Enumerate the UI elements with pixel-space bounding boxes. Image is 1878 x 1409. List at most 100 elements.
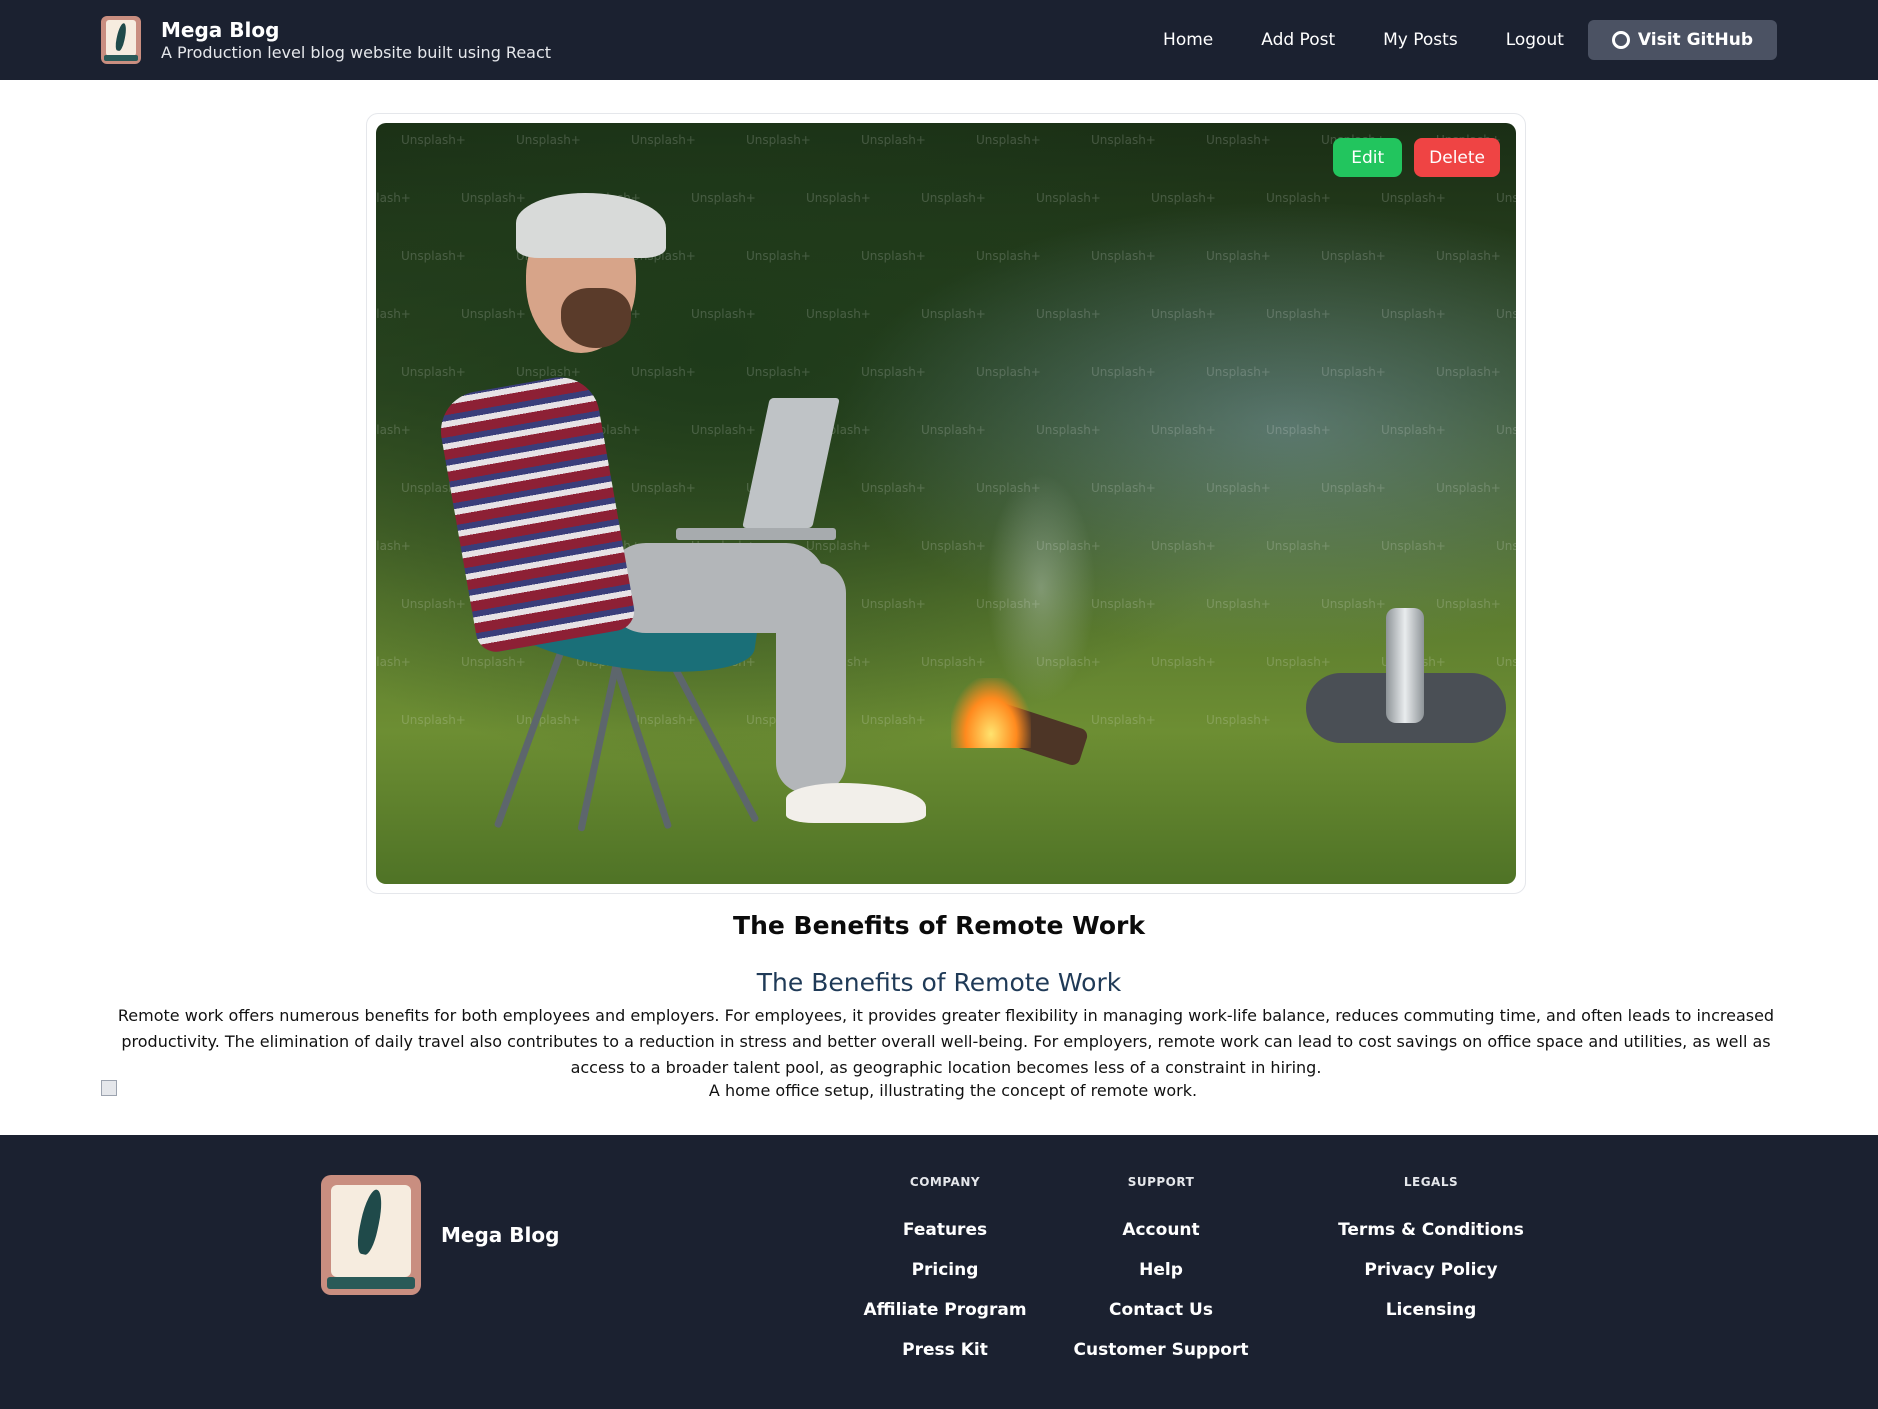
brand-subtitle: A Production level blog website built us… (161, 43, 552, 62)
footer-link-help[interactable]: Help (1061, 1259, 1261, 1299)
watermark-text: Unsplash+ (1496, 423, 1516, 437)
watermark-text: Unsplash+ (1436, 249, 1501, 263)
github-icon (1611, 31, 1630, 49)
watermark-text: Unsplash+ (1436, 597, 1501, 611)
watermark-text: Unsplash+ (861, 713, 926, 727)
watermark-text: Unsplash+ (921, 191, 986, 205)
footer-link-pricing[interactable]: Pricing (845, 1259, 1045, 1299)
watermark-text: Unsplash+ (976, 249, 1041, 263)
watermark-text: Unsplash+ (861, 249, 926, 263)
footer-link-licensing[interactable]: Licensing (1321, 1299, 1541, 1339)
watermark-text: Unsplash+ (631, 365, 696, 379)
watermark-text: Unsplash+ (376, 191, 411, 205)
footer-link-account[interactable]: Account (1061, 1219, 1261, 1259)
footer-col-legals: LEGALS Terms & Conditions Privacy Policy… (1321, 1175, 1541, 1339)
watermark-text: Unsplash+ (1151, 423, 1216, 437)
watermark-text: Unsplash+ (976, 133, 1041, 147)
watermark-text: Unsplash+ (631, 713, 696, 727)
footer-logo-icon[interactable] (321, 1175, 421, 1295)
watermark-text: Unsplash+ (1206, 249, 1271, 263)
watermark-text: Unsplash+ (1436, 481, 1501, 495)
watermark-text: Unsplash+ (1151, 307, 1216, 321)
visit-github-button[interactable]: Visit GitHub (1587, 20, 1777, 60)
watermark-text: Unsplash+ (516, 713, 581, 727)
watermark-text: Unsplash+ (1036, 423, 1101, 437)
watermark-text: Unsplash+ (806, 191, 871, 205)
watermark-text: Unsplash+ (1321, 597, 1386, 611)
watermark-text: Unsplash+ (806, 539, 871, 553)
watermark-text: Unsplash+ (1321, 365, 1386, 379)
watermark-text: Unsplash+ (1151, 539, 1216, 553)
watermark-text: Unsplash+ (1091, 481, 1156, 495)
watermark-text: Unsplash+ (1496, 307, 1516, 321)
footer-col-title: LEGALS (1403, 1175, 1459, 1189)
footer-col-company: COMPANY Features Pricing Affiliate Progr… (845, 1175, 1045, 1379)
image-caption: A home office setup, illustrating the co… (708, 1081, 1198, 1100)
footer-col-title: COMPANY (909, 1175, 981, 1189)
blog-logo-icon[interactable] (101, 16, 141, 64)
footer-link-press-kit[interactable]: Press Kit (845, 1339, 1045, 1379)
footer-col-support: SUPPORT Account Help Contact Us Customer… (1061, 1175, 1261, 1379)
site-footer: Mega Blog COMPANY Features Pricing Affil… (0, 1135, 1878, 1409)
watermark-text: Unsplash+ (1206, 713, 1271, 727)
post-image-card: Unsplash+ Unsplash+ Unsplash+ Unsplash+ Unsp… (366, 113, 1526, 894)
footer-link-features[interactable]: Features (845, 1219, 1045, 1259)
watermark-text: Unsplash+ (461, 191, 526, 205)
watermark-text: Unsplash+ (376, 423, 411, 437)
watermark-text: Unsplash+ (1091, 133, 1156, 147)
nav-my-posts[interactable]: My Posts (1359, 20, 1482, 60)
watermark-text: Unsplash+ (1381, 307, 1446, 321)
watermark-text: Unsplash+ (1321, 249, 1386, 263)
watermark-text: Unsplash+ (1496, 539, 1516, 553)
watermark-text: Unsplash+ (1381, 423, 1446, 437)
watermark-text: Unsplash+ (1091, 365, 1156, 379)
watermark-text: Unsplash+ (921, 655, 986, 669)
watermark-text: Unsplash+ (1091, 713, 1156, 727)
watermark-text: Unsplash+ (1036, 191, 1101, 205)
watermark-text: Unsplash+ (861, 481, 926, 495)
watermark-text: Unsplash+ (1151, 191, 1216, 205)
watermark-text: Unsplash+ (1206, 481, 1271, 495)
watermark-text: Unsplash+ (806, 307, 871, 321)
watermark-text: Unsplash+ (516, 365, 581, 379)
nav-home[interactable]: Home (1139, 20, 1237, 60)
watermark-text: Unsplash+ (1266, 423, 1331, 437)
nav-add-post[interactable]: Add Post (1237, 20, 1359, 60)
watermark-text: Unsplash+ (401, 249, 466, 263)
watermark-text: Unsplash+ (1206, 133, 1271, 147)
watermark-text: Unsplash+ (691, 307, 756, 321)
footer-link-customer-support[interactable]: Customer Support (1061, 1339, 1261, 1379)
footer-link-terms[interactable]: Terms & Conditions (1321, 1219, 1541, 1259)
watermark-text: Unsplash+ (1266, 307, 1331, 321)
github-button-label: Visit GitHub (1637, 30, 1753, 50)
watermark-text: Unsplash+ (861, 133, 926, 147)
article-heading: The Benefits of Remote Work (756, 968, 1122, 997)
watermark-text: Unsplash+ (1436, 365, 1501, 379)
watermark-text: Unsplash+ (1381, 539, 1446, 553)
watermark-text: Unsplash+ (1266, 539, 1331, 553)
watermark-text: Unsplash+ (631, 133, 696, 147)
footer-link-privacy[interactable]: Privacy Policy (1321, 1259, 1541, 1299)
nav-logout[interactable]: Logout (1482, 20, 1588, 60)
watermark-text: Unsplash+ (1266, 655, 1331, 669)
watermark-text: Unsplash+ (1321, 481, 1386, 495)
watermark-text: Unsplash+ (921, 307, 986, 321)
watermark-text: Unsplash+ (1091, 597, 1156, 611)
watermark-text: Unsplash+ (746, 133, 811, 147)
footer-link-contact[interactable]: Contact Us (1061, 1299, 1261, 1339)
watermark-text: Unsplash+ (1036, 307, 1101, 321)
watermark-text: Unsplash+ (691, 423, 756, 437)
brand[interactable]: Mega Blog A Production level blog websit… (101, 16, 551, 64)
watermark-text: Unsplash+ (746, 365, 811, 379)
watermark-text: Unsplash+ (746, 249, 811, 263)
footer-col-title: SUPPORT (1127, 1175, 1195, 1189)
article-paragraph: Remote work offers numerous benefits for… (117, 1006, 1775, 1077)
watermark-text: Unsplash+ (401, 597, 466, 611)
edit-post-button[interactable]: Edit (1333, 138, 1403, 177)
footer-link-affiliate[interactable]: Affiliate Program (845, 1299, 1045, 1339)
delete-post-button[interactable]: Delete (1414, 138, 1500, 177)
watermark-text: Unsplash+ (1091, 249, 1156, 263)
watermark-text: Unsplash+ (1381, 191, 1446, 205)
watermark-text: Unsplash+ (401, 133, 466, 147)
watermark-text: Unsplash+ (1266, 191, 1331, 205)
